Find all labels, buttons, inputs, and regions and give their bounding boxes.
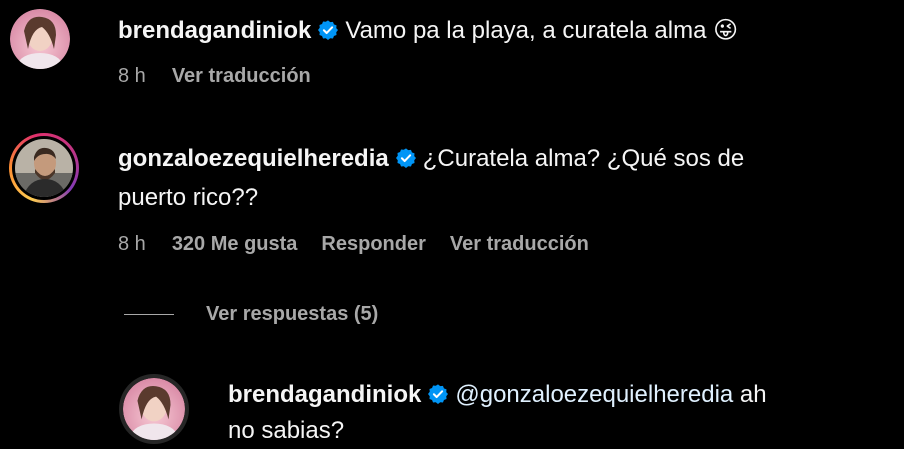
avatar-photo: [15, 139, 73, 197]
comment-2-text-line-2: puerto rico??: [118, 184, 259, 211]
verified-badge-icon: [427, 380, 449, 416]
view-replies-label: Ver respuestas (5): [206, 302, 379, 325]
comment-2-translate-button[interactable]: Ver traducción: [450, 233, 589, 255]
reply-line-1: brendagandiniok @gonzaloezequielheredia a…: [228, 377, 767, 416]
comment-1-meta: 8 h Ver traducción: [118, 64, 335, 88]
comment-2-meta: 8 h 320 Me gusta Responder Ver traducción: [118, 232, 613, 256]
replies-divider-line: [124, 313, 174, 315]
comment-2-username[interactable]: gonzaloezequielheredia: [118, 145, 389, 172]
avatar-image: [10, 9, 70, 69]
comment-2-line-2: puerto rico??: [118, 180, 258, 216]
avatar-image: [123, 378, 185, 440]
reply-username[interactable]: brendagandiniok: [228, 381, 421, 408]
comment-1-translate-button[interactable]: Ver traducción: [172, 65, 311, 87]
avatar-brendagandiniok-reply[interactable]: [119, 374, 189, 444]
comment-1-text: Vamo pa la playa, a curatela alma 😜: [345, 17, 739, 44]
comment-1-line: brendagandiniok Vamo pa la playa, a curat…: [118, 13, 738, 52]
comment-2-likes-button[interactable]: 320 Me gusta: [172, 233, 298, 255]
comment-2-reply-button[interactable]: Responder: [321, 233, 425, 255]
avatar-gonzaloezequielheredia[interactable]: [9, 133, 79, 203]
comment-2-text-line-1: ¿Curatela alma? ¿Qué sos de: [422, 145, 745, 172]
avatar-photo: [123, 378, 185, 440]
reply-line-2: no sabias?: [228, 413, 344, 449]
reply-text-line-1: ah: [733, 381, 767, 408]
reply-mention-link[interactable]: @gonzaloezequielheredia: [455, 381, 733, 408]
comment-2-time: 8 h: [118, 233, 146, 255]
view-replies-button[interactable]: Ver respuestas (5): [124, 300, 378, 328]
comment-2-line-1: gonzaloezequielheredia ¿Curatela alma? ¿Q…: [118, 141, 744, 180]
avatar-brendagandiniok[interactable]: [10, 9, 70, 69]
verified-badge-icon: [395, 144, 417, 180]
comment-1-username[interactable]: brendagandiniok: [118, 17, 311, 44]
verified-badge-icon: [317, 16, 339, 52]
reply-text-line-2: no sabias?: [228, 417, 345, 444]
avatar-image: [15, 139, 73, 197]
comment-1-time: 8 h: [118, 65, 146, 87]
